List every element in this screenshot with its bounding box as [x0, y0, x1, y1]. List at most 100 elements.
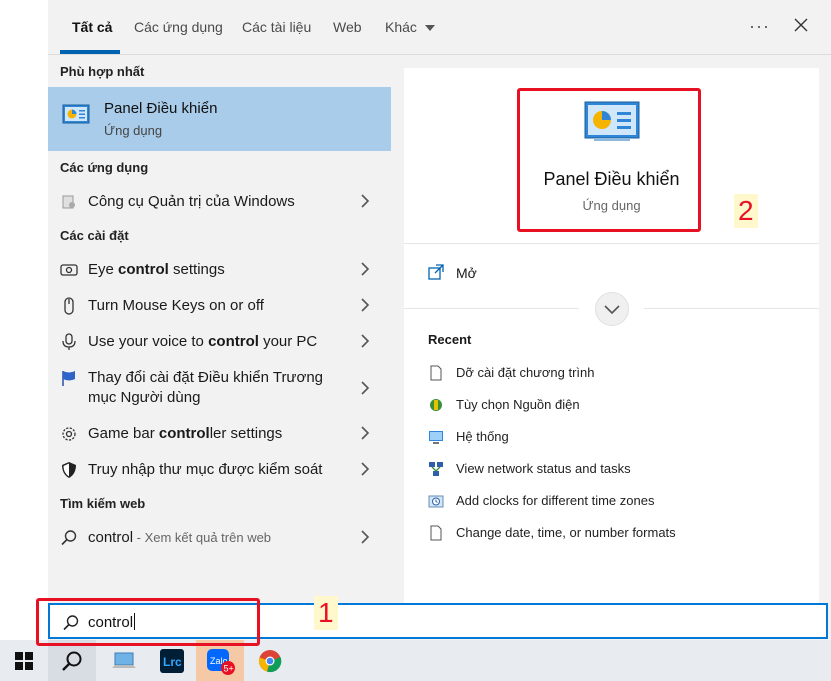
- svg-text:5+: 5+: [224, 664, 234, 674]
- recent-label: Dỡ cài đặt chương trình: [456, 365, 595, 380]
- result-voice-control[interactable]: Use your voice to control your PC: [48, 323, 391, 359]
- tab-apps[interactable]: Các ứng dụng: [134, 19, 223, 35]
- uac-flag-icon: [62, 371, 75, 386]
- clock-globe-icon: [428, 495, 444, 508]
- document-icon: [430, 525, 442, 541]
- result-eye-control[interactable]: Eye control settings: [48, 251, 391, 287]
- annotation-box-1: [36, 598, 260, 646]
- mouse-icon: [64, 297, 74, 315]
- recent-header: Recent: [428, 332, 472, 347]
- result-label: Thay đổi cài đặt Điều khiển Trương mục Ng…: [88, 368, 323, 408]
- tab-all[interactable]: Tất cả: [72, 19, 112, 35]
- system-monitor-icon: [429, 431, 443, 444]
- recent-item[interactable]: Hệ thống: [428, 426, 808, 450]
- admin-tools-icon: [62, 195, 75, 209]
- result-game-bar[interactable]: Game bar controller settings: [48, 415, 391, 451]
- result-label: Use your voice to control your PC: [88, 332, 317, 352]
- gear-icon: [62, 427, 76, 441]
- taskbar-search-button[interactable]: [48, 640, 96, 681]
- recent-item[interactable]: Change date, time, or number formats: [428, 522, 808, 546]
- taskbar-app-lightroom[interactable]: Lrc: [148, 640, 196, 681]
- label-part: settings: [168, 261, 225, 278]
- annotation-box-2: [517, 88, 701, 232]
- chevron-right-icon[interactable]: [360, 530, 370, 544]
- result-label: Turn Mouse Keys on or off: [88, 296, 264, 316]
- recent-label: Add clocks for different time zones: [456, 493, 655, 508]
- section-settings: Các cài đặt: [60, 228, 129, 243]
- more-options-icon[interactable]: ···: [749, 16, 770, 37]
- windows-logo-icon: [15, 652, 33, 670]
- expand-button[interactable]: [595, 292, 629, 326]
- taskbar-app-zalo[interactable]: Zalo 5+: [196, 640, 244, 681]
- result-admin-tools[interactable]: Công cụ Quản trị của Windows: [48, 183, 391, 219]
- search-tab-bar: Tất cả Các ứng dụng Các tài liệu Web Khá…: [48, 0, 831, 55]
- result-controlled-folder[interactable]: Truy nhập thư mục được kiểm soát: [48, 451, 391, 487]
- recent-item[interactable]: Add clocks for different time zones: [428, 490, 808, 514]
- chevron-right-icon[interactable]: [360, 194, 370, 208]
- results-list: Phù hợp nhất Panel Điều khiển Ứng dụng C…: [48, 55, 403, 603]
- tab-documents[interactable]: Các tài liệu: [242, 19, 311, 35]
- result-mouse-keys[interactable]: Turn Mouse Keys on or off: [48, 287, 391, 323]
- recent-label: Tùy chọn Nguồn điện: [456, 397, 580, 412]
- active-tab-indicator: [60, 50, 120, 54]
- document-icon: [430, 365, 442, 381]
- eye-control-icon: [60, 264, 78, 276]
- open-label: Mở: [456, 265, 477, 281]
- divider: [644, 308, 819, 309]
- start-search-panel: Tất cả Các ứng dụng Các tài liệu Web Khá…: [48, 0, 831, 640]
- search-icon: [62, 651, 82, 671]
- result-label: control - Xem kết quả trên web: [88, 528, 271, 548]
- caret-down-icon: [424, 25, 435, 31]
- start-button[interactable]: [0, 640, 48, 681]
- divider: [404, 308, 579, 309]
- label-match: control: [208, 333, 259, 350]
- close-icon[interactable]: [792, 16, 810, 34]
- desktop-left-strip: [0, 0, 48, 640]
- label-line2: mục Người dùng: [88, 389, 201, 406]
- microphone-icon: [62, 333, 76, 350]
- result-label: Eye control settings: [88, 260, 225, 280]
- tab-web[interactable]: Web: [333, 19, 362, 35]
- recent-label: View network status and tasks: [456, 461, 631, 476]
- tab-more[interactable]: Khác: [385, 19, 435, 35]
- result-label: Công cụ Quản trị của Windows: [88, 193, 295, 210]
- shield-icon: [62, 462, 76, 478]
- best-match-control-panel[interactable]: Panel Điều khiển Ứng dụng: [48, 87, 391, 151]
- result-web-search[interactable]: control - Xem kết quả trên web: [48, 519, 391, 555]
- result-label: Truy nhập thư mục được kiểm soát: [88, 460, 322, 480]
- section-best-match: Phù hợp nhất: [60, 64, 145, 79]
- result-label: Game bar controller settings: [88, 424, 282, 444]
- power-options-icon: [430, 399, 442, 411]
- label-part: your PC: [258, 333, 318, 350]
- label-part: Eye: [88, 261, 119, 278]
- chevron-right-icon[interactable]: [360, 334, 370, 348]
- chevron-right-icon[interactable]: [360, 426, 370, 440]
- lightroom-icon: Lrc: [160, 649, 184, 673]
- control-panel-icon: [62, 104, 90, 124]
- best-match-title: Panel Điều khiển: [104, 100, 218, 117]
- chevron-right-icon[interactable]: [360, 262, 370, 276]
- section-apps: Các ứng dụng: [60, 160, 149, 175]
- chevron-right-icon[interactable]: [360, 381, 370, 395]
- taskbar-app-chrome[interactable]: [246, 640, 294, 681]
- recent-item[interactable]: View network status and tasks: [428, 458, 808, 482]
- result-uac-settings[interactable]: Thay đổi cài đặt Điều khiển Trương mục Ng…: [48, 359, 391, 415]
- divider: [404, 243, 819, 244]
- section-web-search: Tìm kiếm web: [60, 496, 146, 511]
- label-match: control: [158, 425, 210, 442]
- label-line1: Thay đổi cài đặt Điều khiển Trương: [88, 369, 323, 386]
- chevron-right-icon[interactable]: [360, 298, 370, 312]
- laptop-app-icon: [112, 652, 136, 668]
- annotation-number-2: 2: [734, 194, 758, 228]
- web-suffix: - Xem kết quả trên web: [133, 530, 272, 545]
- recent-item[interactable]: Dỡ cài đặt chương trình: [428, 362, 808, 386]
- taskbar: Lrc Zalo 5+: [0, 640, 831, 681]
- chevron-right-icon[interactable]: [360, 462, 370, 476]
- taskbar-app-laptop[interactable]: [100, 640, 148, 681]
- recent-label: Change date, time, or number formats: [456, 525, 676, 540]
- chevron-down-icon: [604, 305, 620, 315]
- search-icon: [61, 530, 77, 546]
- recent-item[interactable]: Tùy chọn Nguồn điện: [428, 394, 808, 418]
- label-part: Truy nhập thư mục được kiểm soát: [88, 461, 323, 478]
- label-part: ler settings: [209, 425, 283, 442]
